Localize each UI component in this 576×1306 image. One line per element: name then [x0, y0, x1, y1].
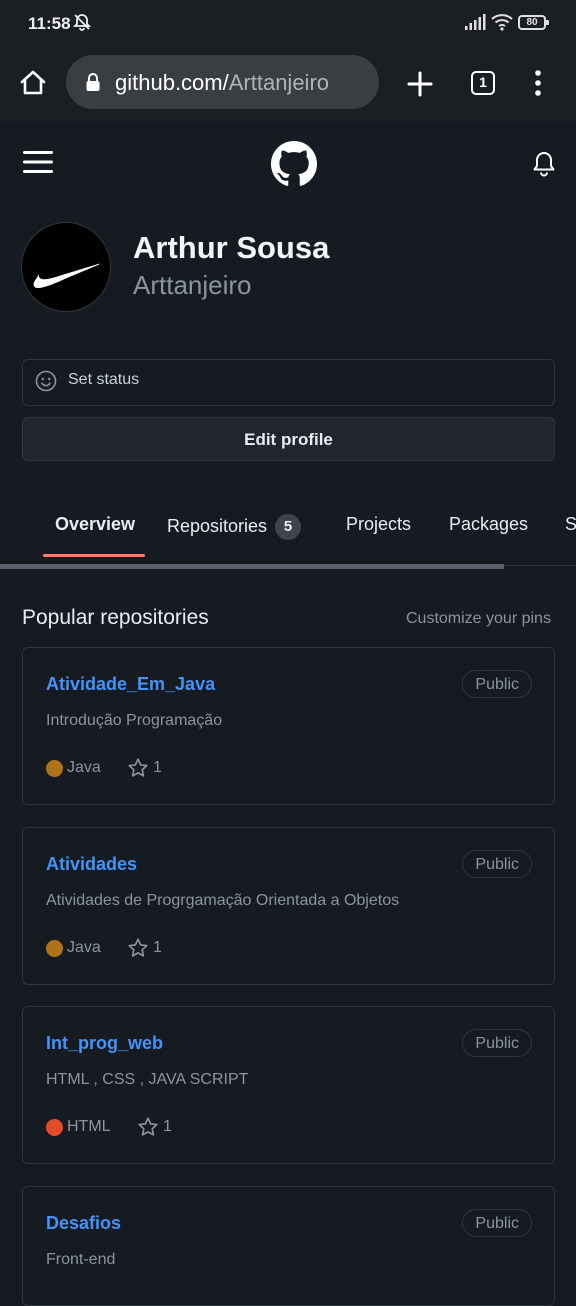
tab-repositories[interactable]: Repositories 5 [167, 514, 302, 540]
edit-profile-button[interactable]: Edit profile [22, 417, 555, 461]
tab-switcher-button[interactable]: 1 [471, 71, 495, 95]
tabs-scrollbar[interactable] [0, 564, 504, 569]
visibility-badge: Public [462, 670, 532, 698]
repo-card: Desafios Public Front-end [22, 1186, 555, 1306]
cellular-signal-icon [464, 14, 486, 35]
smiley-icon [35, 370, 57, 397]
star-icon[interactable] [127, 937, 149, 964]
profile-tabs: Overview Repositories 5 Projects Packages… [0, 490, 576, 570]
tab-repositories-label: Repositories [167, 515, 268, 536]
active-tab-indicator [43, 554, 145, 557]
github-header [0, 122, 576, 210]
repositories-count-badge: 5 [275, 514, 302, 540]
language-color-dot [46, 1119, 63, 1136]
popular-repositories-heading: Popular repositories [22, 606, 209, 629]
hamburger-menu-icon[interactable] [23, 150, 53, 174]
tab-projects[interactable]: Projects [346, 514, 411, 535]
visibility-badge: Public [462, 1029, 532, 1057]
star-icon[interactable] [127, 757, 149, 784]
notifications-bell-icon[interactable] [532, 150, 556, 178]
language-color-dot [46, 940, 63, 957]
repo-card: Int_prog_web Public HTML , CSS , JAVA SC… [22, 1006, 555, 1164]
repo-name-link[interactable]: Desafios [46, 1213, 121, 1234]
repo-card: Atividade_Em_Java Public Introdução Prog… [22, 647, 555, 805]
new-tab-icon[interactable] [404, 68, 436, 100]
set-status-button[interactable]: Set status [22, 359, 555, 406]
nike-swoosh-logo-icon [33, 263, 100, 288]
address-bar[interactable]: github.com/Arttanjeiro [66, 55, 379, 109]
lock-icon[interactable] [86, 73, 100, 96]
repo-language: HTML [67, 1118, 111, 1135]
repo-description: Introdução Programação [46, 712, 223, 729]
system-status-bar: 11:58 80 [0, 0, 576, 48]
language-color-dot [46, 760, 63, 777]
wifi-icon [491, 13, 513, 36]
url-text[interactable]: github.com/Arttanjeiro [115, 70, 329, 96]
profile-username: Arttanjeiro [133, 270, 252, 300]
tab-overview[interactable]: Overview [55, 514, 135, 535]
profile-full-name: Arthur Sousa [133, 230, 330, 265]
repo-name-link[interactable]: Int_prog_web [46, 1033, 163, 1054]
silent-mode-icon [72, 12, 92, 37]
repo-language: Java [67, 939, 101, 956]
repo-description: HTML , CSS , JAVA SCRIPT [46, 1071, 249, 1088]
repo-card: Atividades Public Atividades de Progrgam… [22, 827, 555, 985]
set-status-label: Set status [68, 371, 140, 388]
avatar[interactable] [21, 222, 111, 312]
star-count[interactable]: 1 [163, 1118, 172, 1136]
tab-packages[interactable]: Packages [449, 514, 528, 535]
star-icon[interactable] [137, 1116, 159, 1143]
star-count[interactable]: 1 [153, 759, 162, 777]
url-host: github.com/ [115, 70, 229, 95]
tab-stars[interactable]: S [565, 514, 576, 535]
url-path: Arttanjeiro [228, 70, 330, 95]
repo-name-link[interactable]: Atividades [46, 854, 137, 875]
github-logo-icon[interactable] [271, 141, 317, 187]
customize-pins-link[interactable]: Customize your pins [406, 610, 551, 628]
repo-language: Java [67, 759, 101, 776]
star-count[interactable]: 1 [153, 939, 162, 957]
repo-description: Front-end [46, 1251, 116, 1268]
visibility-badge: Public [462, 1209, 532, 1237]
home-icon[interactable] [18, 68, 48, 98]
browser-toolbar: github.com/Arttanjeiro 1 [0, 48, 576, 122]
battery-icon: 80 [518, 15, 549, 30]
clock: 11:58 [28, 14, 71, 33]
repo-name-link[interactable]: Atividade_Em_Java [46, 674, 215, 695]
repo-description: Atividades de Progrgamação Orientada a O… [46, 892, 400, 909]
visibility-badge: Public [462, 850, 532, 878]
more-options-icon[interactable] [528, 68, 548, 98]
